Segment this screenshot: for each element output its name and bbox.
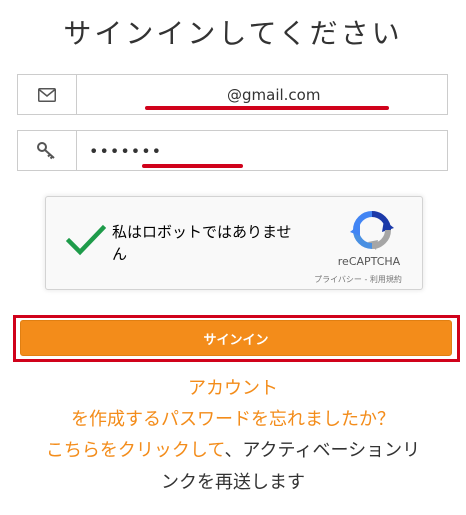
resend-activation-line: こちらをクリックして、アクティベーションリ [0, 436, 466, 466]
email-field-group: @gmail.com [17, 74, 448, 115]
checkmark-icon[interactable] [66, 224, 106, 256]
envelope-icon [38, 87, 56, 102]
resend-activation-link[interactable]: こちらをクリックして [46, 440, 225, 461]
signin-page: サインインしてください @gmail.com ••••••• 私はロボットではあ… [0, 0, 466, 515]
key-icon [37, 141, 55, 159]
page-title: サインインしてください [63, 17, 403, 50]
captcha-label: 私はロボットではありません [112, 223, 292, 263]
recaptcha-widget: 私はロボットではありません reCAPTCHA プライバシー - 利用規約 [45, 196, 423, 290]
email-annotation-underline [145, 106, 389, 110]
resend-activation-text: 、アクティベーションリ [224, 440, 421, 461]
password-field-group: ••••••• [17, 130, 448, 171]
password-input[interactable]: ••••••• [77, 131, 447, 170]
email-value: @gmail.com [227, 85, 321, 104]
signin-button[interactable]: サインイン [20, 320, 452, 356]
password-annotation-underline [142, 164, 243, 168]
password-addon [18, 131, 77, 170]
resend-activation-line-2: ンクを再送します [0, 468, 466, 498]
email-input[interactable]: @gmail.com [77, 75, 447, 114]
forgot-password-line: を作成するパスワードを忘れましたか？ [0, 405, 466, 435]
resend-activation-text-cont: ンクを再送します [161, 472, 305, 493]
recaptcha-logo-icon [350, 211, 394, 250]
recaptcha-privacy-terms-links[interactable]: プライバシー - 利用規約 [296, 274, 420, 285]
create-account-line: アカウント [0, 374, 466, 404]
password-value: ••••••• [89, 141, 163, 160]
create-account-link[interactable]: アカウント [188, 378, 278, 399]
email-addon [18, 75, 77, 114]
recaptcha-brand: reCAPTCHA [337, 255, 401, 268]
forgot-password-link[interactable]: を作成するパスワードを忘れましたか？ [71, 409, 395, 430]
